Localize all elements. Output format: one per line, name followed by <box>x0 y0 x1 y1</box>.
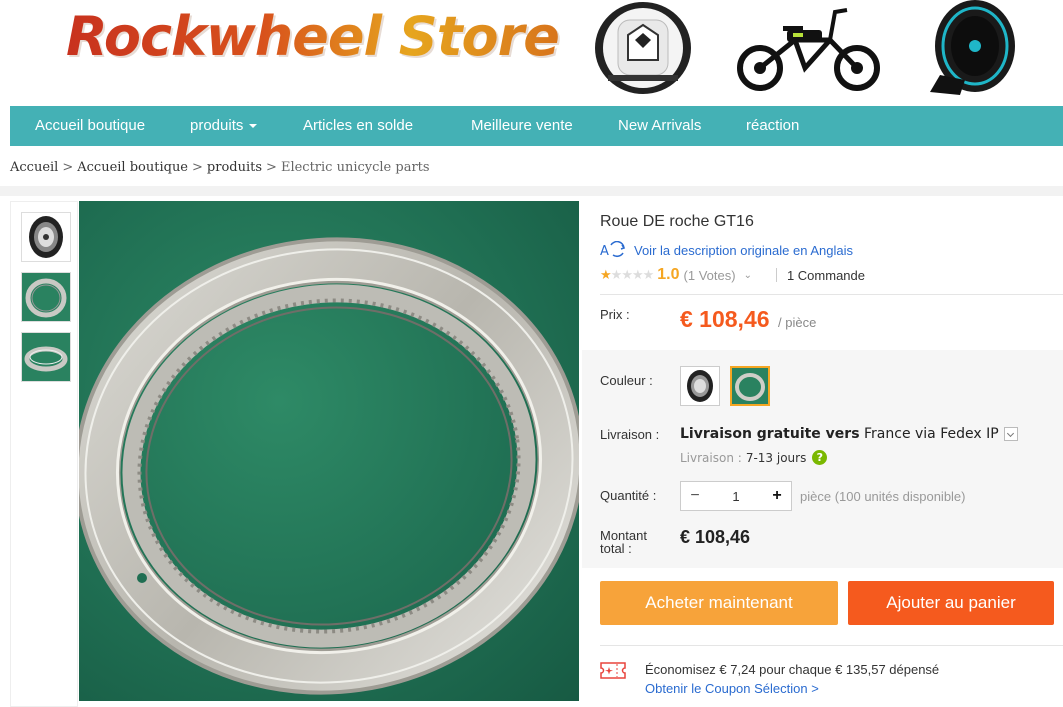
divider <box>600 294 1063 295</box>
price-unit: / pièce <box>778 315 817 330</box>
product-title: Roue DE roche GT16 <box>600 213 754 230</box>
nav-item-produits-label: produits <box>190 117 244 134</box>
thumbnail-strip <box>10 201 78 707</box>
coupon-savings-text: Économisez € 7,24 pour chaque € 135,57 d… <box>645 662 940 677</box>
banner-unicycle-white-image <box>595 2 691 94</box>
banner-ebike-image <box>737 8 880 91</box>
color-swatch-rim-selected[interactable] <box>730 366 770 406</box>
store-header: Rockwheel Store Rockwheel Store <box>0 0 1063 106</box>
rating-votes[interactable]: (1 Votes) <box>684 268 736 283</box>
nav-item-meilleure-vente[interactable]: Meilleure vente <box>471 106 573 146</box>
nav-item-reaction[interactable]: réaction <box>746 106 799 146</box>
breadcrumb-home[interactable]: Accueil <box>10 160 58 175</box>
color-label: Couleur : <box>600 373 653 388</box>
translate-icon: A <box>600 241 626 259</box>
product-main-image[interactable] <box>79 201 579 701</box>
thumbnail-rim-top[interactable] <box>21 272 71 322</box>
section-divider-band <box>0 186 1063 196</box>
breadcrumb-separator: > <box>266 160 277 175</box>
price-label: Prix : <box>600 307 630 322</box>
rating-divider <box>775 268 777 282</box>
quantity-available: pièce (100 unités disponible) <box>800 489 966 504</box>
shipping-option[interactable]: Livraison gratuite vers France via Fedex… <box>680 426 1018 442</box>
nav-item-articles-en-solde[interactable]: Articles en solde <box>303 106 413 146</box>
star-icon: ★ <box>610 267 623 282</box>
add-to-cart-button[interactable]: Ajouter au panier <box>848 581 1054 625</box>
chevron-down-icon <box>249 124 258 129</box>
nav-item-new-arrivals[interactable]: New Arrivals <box>618 106 701 146</box>
rating-value: 1.0 <box>657 266 680 283</box>
shipping-label: Livraison : <box>600 427 660 442</box>
translate-link[interactable]: A Voir la description originale en Angla… <box>600 241 853 259</box>
breadcrumb-products[interactable]: produits <box>207 160 262 175</box>
color-swatch-wheel[interactable] <box>680 366 720 406</box>
total-label-line: total : <box>600 541 632 556</box>
plus-icon[interactable]: + <box>763 482 791 510</box>
question-icon[interactable]: ? <box>812 450 828 465</box>
coupon-icon <box>600 662 626 679</box>
breadcrumb: Accueil > Accueil boutique > produits > Electr… <box>10 160 430 175</box>
store-logo[interactable]: Rockwheel Store <box>66 4 560 70</box>
quantity-stepper: − + <box>680 481 792 511</box>
breadcrumb-separator: > <box>192 160 203 175</box>
buy-now-button[interactable]: Acheter maintenant <box>600 581 838 625</box>
nav-item-produits[interactable]: produits <box>190 106 258 146</box>
chevron-down-icon[interactable] <box>1003 427 1018 441</box>
total-label: Montant total : <box>600 529 647 555</box>
order-count: 1 Commande <box>786 267 865 283</box>
main-nav: Accueil boutique produits Articles en so… <box>10 106 1063 146</box>
delivery-days: 7-13 jours <box>745 450 807 465</box>
total-amount: € 108,46 <box>680 527 751 547</box>
banner-unicycle-black-image <box>930 0 1015 95</box>
product-price: € 108,46 <box>680 306 770 332</box>
star-icon: ★ <box>631 267 644 282</box>
quantity-input[interactable] <box>709 488 763 504</box>
rating-row: ★★★★★ 1.0 (1 Votes) ⌄ 1 Commande <box>600 265 865 285</box>
divider <box>600 645 1063 646</box>
shipping-destination: France via Fedex IP <box>864 426 999 442</box>
chevron-down-icon[interactable]: ⌄ <box>744 270 752 281</box>
minus-icon[interactable]: − <box>681 482 709 510</box>
quantity-label: Quantité : <box>600 488 657 503</box>
nav-item-accueil-boutique[interactable]: Accueil boutique <box>35 106 145 146</box>
star-icon: ★ <box>600 267 612 282</box>
breadcrumb-current: Electric unicycle parts <box>280 160 430 175</box>
svg-text:A: A <box>600 244 609 259</box>
breadcrumb-store-home[interactable]: Accueil boutique <box>77 160 188 175</box>
thumbnail-wheel-front[interactable] <box>21 212 71 262</box>
delivery-label: Livraison : <box>680 450 742 465</box>
delivery-time: Livraison :7-13 jours? <box>680 450 828 465</box>
thumbnail-rim-side[interactable] <box>21 332 71 382</box>
star-icon: ★ <box>642 267 655 282</box>
star-rating: ★★★★★ <box>600 267 655 283</box>
coupon-link[interactable]: Obtenir le Coupon Sélection > <box>645 681 819 696</box>
translate-link-label: Voir la description originale en Anglais <box>634 242 853 258</box>
breadcrumb-separator: > <box>62 160 74 175</box>
shipping-free-text: Livraison gratuite vers <box>680 426 860 442</box>
star-icon: ★ <box>621 267 633 282</box>
